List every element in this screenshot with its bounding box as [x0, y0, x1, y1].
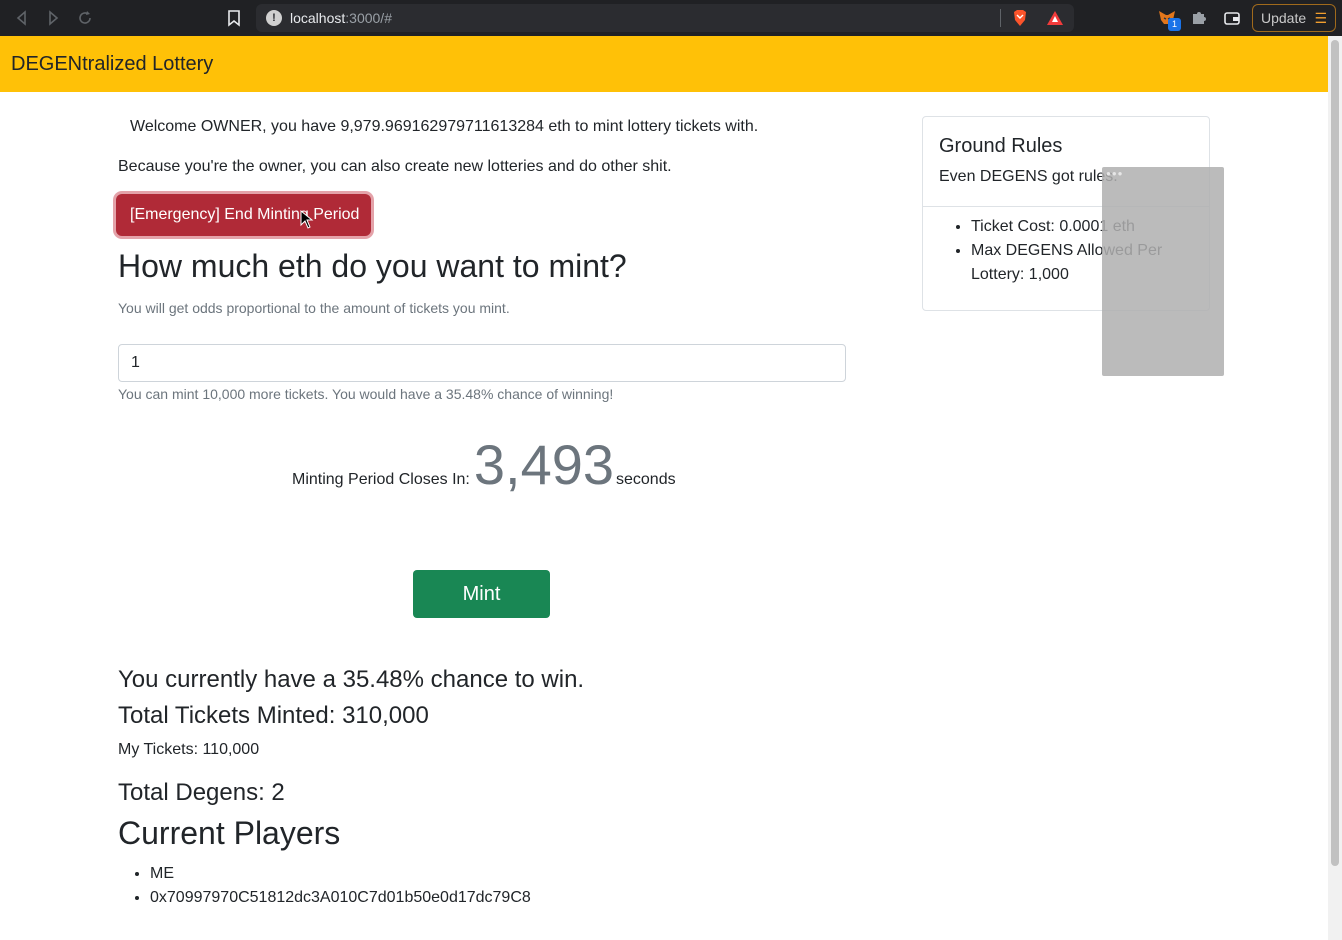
owner-note: Because you're the owner, you can also c…: [118, 158, 672, 175]
back-icon[interactable]: [12, 8, 32, 28]
brave-shield-icon[interactable]: [1012, 9, 1028, 27]
eth-amount-input[interactable]: [118, 344, 846, 382]
players-list: ME 0x70997970C51812dc3A010C7d01b50e0d17d…: [118, 862, 531, 910]
menu-icon: ☰: [1314, 10, 1327, 26]
countdown-unit: seconds: [616, 471, 676, 488]
end-minting-button[interactable]: [Emergency] End Minting Period: [116, 194, 371, 236]
bookmark-icon[interactable]: [226, 8, 242, 28]
cursor-icon: [300, 209, 314, 230]
reload-icon[interactable]: [75, 8, 95, 28]
mint-button[interactable]: Mint: [413, 570, 550, 618]
countdown: Minting Period Closes In:3,493 seconds: [292, 432, 676, 497]
win-chance: You currently have a 35.48% chance to wi…: [118, 666, 585, 693]
scrollbar-thumb[interactable]: [1331, 40, 1339, 866]
info-icon[interactable]: !: [266, 10, 282, 26]
window-controls[interactable]: ●●●: [1106, 169, 1124, 178]
countdown-value: 3,493: [473, 433, 614, 496]
card-title: Ground Rules: [939, 135, 1063, 157]
browser-toolbar: ! localhost:3000/# 1 Update ☰: [0, 0, 1342, 36]
update-label: Update: [1261, 10, 1307, 26]
wallet-icon[interactable]: [1223, 9, 1241, 27]
brave-rewards-icon[interactable]: [1046, 10, 1064, 26]
url-separator: [1000, 9, 1001, 27]
url-text[interactable]: localhost:3000/#: [290, 10, 392, 26]
mint-help-text: You can mint 10,000 more tickets. You wo…: [118, 386, 614, 402]
total-tickets: Total Tickets Minted: 310,000: [118, 702, 429, 729]
page-scrollbar[interactable]: [1328, 36, 1342, 940]
mint-heading: How much eth do you want to mint?: [118, 248, 627, 284]
address-bar[interactable]: ! localhost:3000/#: [256, 4, 1074, 32]
my-tickets: My Tickets: 110,000: [118, 741, 260, 758]
welcome-text: Welcome OWNER, you have 9,979.9691629797…: [130, 118, 759, 135]
odds-note: You will get odds proportional to the am…: [118, 300, 510, 316]
app-navbar: DEGENtralized Lottery: [0, 36, 1328, 92]
list-item: 0x70997970C51812dc3A010C7d01b50e0d17dc79…: [150, 886, 531, 910]
brand-title[interactable]: DEGENtralized Lottery: [11, 53, 213, 76]
players-title: Current Players: [118, 815, 341, 851]
card-subtitle: Even DEGENS got rules.: [939, 168, 1118, 185]
update-button[interactable]: Update ☰: [1252, 4, 1336, 32]
total-degens: Total Degens: 2: [118, 779, 285, 806]
countdown-label: Minting Period Closes In:: [292, 471, 470, 488]
puzzle-icon[interactable]: [1190, 9, 1208, 27]
overlay-window[interactable]: ●●●: [1102, 167, 1224, 376]
list-item: ME: [150, 862, 531, 886]
forward-icon[interactable]: [43, 8, 63, 28]
extension-badge: 1: [1168, 18, 1181, 31]
